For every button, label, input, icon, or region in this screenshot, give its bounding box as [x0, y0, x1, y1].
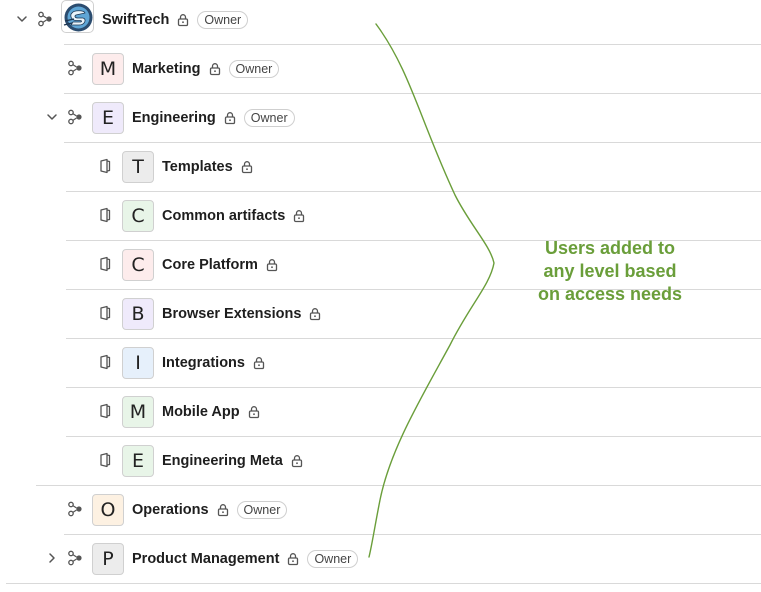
annotation-line: Users added to: [544, 238, 676, 258]
group-icon: [68, 550, 82, 566]
tree-row-label[interactable]: Engineering: [132, 109, 216, 127]
row-divider: [6, 583, 761, 584]
tree-row-label[interactable]: Integrations: [162, 354, 245, 372]
group-icon: [68, 60, 82, 76]
tree-row-label-wrap: Engineering Meta: [162, 452, 304, 470]
annotation-line: on access needs: [537, 284, 683, 304]
tree-row-label[interactable]: Browser Extensions: [162, 305, 301, 323]
tree-row-swifttech[interactable]: SwiftTech Owner: [6, 0, 761, 45]
tree-row-label-wrap: Browser Extensions: [162, 305, 322, 323]
avatar: P: [92, 543, 124, 575]
avatar: B: [122, 298, 154, 330]
tree-row-common-artifacts[interactable]: C Common artifacts: [66, 192, 761, 241]
tree-row-label-wrap: Marketing Owner: [132, 60, 280, 78]
avatar: E: [122, 445, 154, 477]
project-icon: [100, 305, 111, 321]
annotation-text: Users added to any level based on access…: [520, 237, 700, 306]
lock-icon: [294, 210, 305, 223]
tree-row-label[interactable]: Common artifacts: [162, 207, 285, 225]
tree-row-label-wrap: SwiftTech Owner: [102, 11, 249, 29]
tree-row-label[interactable]: Core Platform: [162, 256, 258, 274]
tree-row-label[interactable]: Templates: [162, 158, 233, 176]
chevron-down-icon[interactable]: [45, 110, 59, 124]
tree-row-label[interactable]: SwiftTech: [102, 11, 169, 29]
avatar: E: [92, 102, 124, 134]
tree-row-mobile-app[interactable]: M Mobile App: [66, 388, 761, 437]
avatar: I: [122, 347, 154, 379]
lock-icon: [288, 553, 299, 566]
tree-row-label-wrap: Common artifacts: [162, 207, 306, 225]
annotation-line: any level based: [543, 261, 677, 281]
project-icon: [100, 354, 111, 370]
project-icon: [100, 403, 111, 419]
tree-row-label-wrap: Product Management Owner: [132, 550, 359, 568]
tree-row-label[interactable]: Mobile App: [162, 403, 240, 421]
tree-row-engineering[interactable]: E Engineering Owner: [36, 94, 761, 143]
owner-badge: Owner: [307, 550, 359, 568]
avatar: C: [122, 249, 154, 281]
swifttech-logo-icon: [61, 0, 94, 33]
tree-row-label-wrap: Mobile App: [162, 403, 261, 421]
lock-icon: [241, 161, 252, 174]
tree-row-label[interactable]: Product Management: [132, 550, 279, 568]
tree-row-marketing[interactable]: M Marketing Owner: [36, 45, 761, 94]
owner-badge: Owner: [236, 501, 288, 519]
tree-row-operations[interactable]: O Operations Owner: [36, 486, 761, 535]
tree-row-label-wrap: Operations Owner: [132, 501, 288, 519]
lock-icon: [224, 112, 235, 125]
owner-badge: Owner: [228, 60, 280, 78]
owner-badge: Owner: [197, 11, 249, 29]
lock-icon: [248, 406, 259, 419]
tree-row-integrations[interactable]: I Integrations: [66, 339, 761, 388]
tree-row-label[interactable]: Marketing: [132, 60, 201, 78]
tree-row-label-wrap: Core Platform: [162, 256, 279, 274]
lock-icon: [178, 14, 189, 27]
chevron-right-icon[interactable]: [45, 551, 59, 565]
avatar: T: [122, 151, 154, 183]
owner-badge: Owner: [243, 109, 295, 127]
group-icon: [38, 11, 52, 27]
group-icon: [68, 109, 82, 125]
lock-icon: [253, 357, 265, 370]
lock-icon: [291, 455, 303, 468]
tree-row-label-wrap: Engineering Owner: [132, 109, 295, 127]
project-icon: [100, 207, 111, 223]
project-icon: [100, 452, 111, 468]
avatar: M: [122, 396, 154, 428]
tree-row-label[interactable]: Engineering Meta: [162, 452, 283, 470]
group-icon: [68, 501, 82, 517]
tree-row-label-wrap: Integrations: [162, 354, 266, 372]
tree-row-label[interactable]: Operations: [132, 501, 209, 519]
lock-icon: [310, 308, 321, 321]
avatar: C: [122, 200, 154, 232]
chevron-down-icon[interactable]: [15, 12, 29, 26]
lock-icon: [209, 63, 220, 76]
avatar: O: [92, 494, 124, 526]
lock-icon: [266, 259, 278, 272]
avatar: M: [92, 53, 124, 85]
tree-row-engineering-meta[interactable]: E Engineering Meta: [36, 437, 761, 486]
project-icon: [100, 158, 111, 174]
tree-row-product-management[interactable]: P Product Management Owner: [6, 535, 761, 584]
tree-row-templates[interactable]: T Templates: [66, 143, 761, 192]
lock-icon: [217, 504, 228, 517]
project-icon: [100, 256, 111, 272]
tree-row-label-wrap: Templates: [162, 158, 254, 176]
